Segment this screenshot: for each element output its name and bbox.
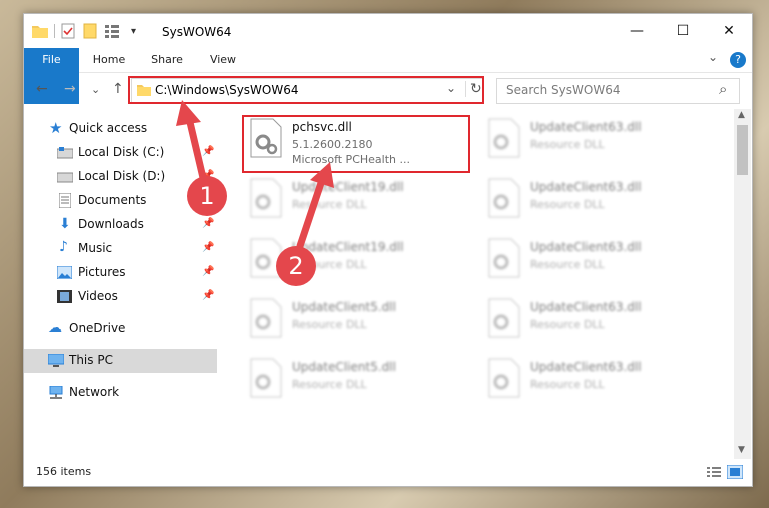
arrow-1-head [176,100,201,126]
step-badge-2: 2 [276,246,316,286]
annotation-arrows [176,100,334,250]
arrow-2-line [296,176,326,250]
arrow-1-line [185,114,208,186]
step-badge-1: 1 [187,176,227,216]
